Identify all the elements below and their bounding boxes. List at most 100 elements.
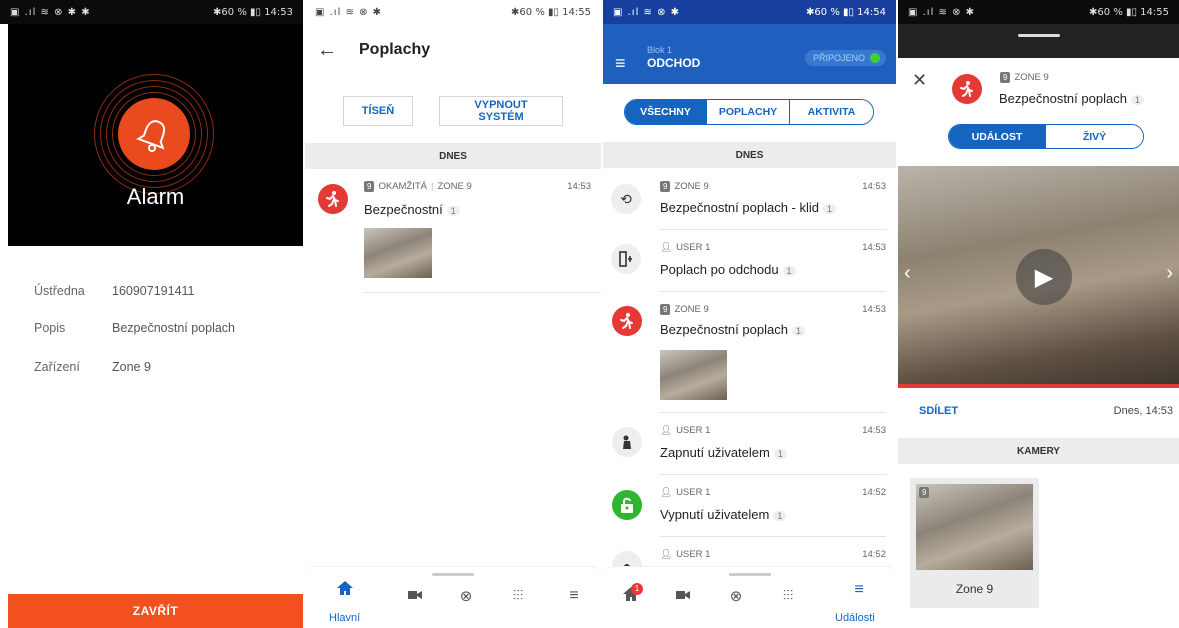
list-icon[interactable]: ≡ [554, 587, 594, 605]
status-bar: ▣ .ıl ≋ ⊗ ✱ ✱ ✱60 % ▮▯ 14:53 [0, 0, 303, 24]
connected-dot-icon [870, 53, 880, 63]
alarm-header: Alarm [8, 24, 303, 246]
event-item[interactable]: 👤︎ USER 1 14:53 Zapnutí uživatelem 1 [603, 413, 896, 475]
status-bar: ▣ .ıl ≋ ⊗ ✱ ✱60 % ▮▯ 14:54 [603, 0, 896, 24]
intruder-alarm-icon [612, 306, 642, 336]
intruder-alarm-icon [952, 74, 982, 104]
status-icons: ▣ .ıl ≋ ⊗ ✱ ✱ [10, 6, 91, 18]
status-battery-time: ✱60 % ▮▯ 14:55 [1089, 6, 1169, 18]
event-count: 1 [782, 265, 796, 276]
camera-icon[interactable] [395, 587, 435, 605]
event-snapshot-thumbnail[interactable] [660, 350, 727, 400]
chevron-right-icon[interactable]: › [1166, 262, 1173, 285]
tab-activity[interactable]: AKTIVITA [790, 100, 873, 124]
tab-event[interactable]: UDÁLOST [949, 125, 1046, 148]
event-meta: 👤︎ USER 1 [660, 242, 710, 253]
detector-icon[interactable]: ⊗ [716, 587, 756, 605]
event-item[interactable]: 9 ZONE 9 14:53 Bezpečnostní poplach 1 [603, 292, 896, 412]
event-label: Vypnutí uživatelem [660, 507, 770, 522]
event-text: Bezpečnostní poplach - klid 1 [660, 200, 836, 215]
intruder-alarm-icon [318, 184, 348, 214]
event-count: 1 [822, 203, 836, 214]
event-time: 14:52 [862, 549, 886, 560]
event-zone: ZONE 9 [437, 181, 472, 192]
detector-icon[interactable]: ⊗ [446, 587, 486, 605]
event-meta: 9 ZONE 9 [660, 304, 709, 315]
status-icons: ▣ .ıl ≋ ⊗ ✱ [315, 6, 383, 18]
event-label: Zapnutí uživatelem [660, 445, 770, 460]
event-type: OKAMŽITÁ [378, 181, 428, 192]
info-key: Popis [34, 321, 66, 335]
sliders-icon[interactable]: ⫶⫶⫶ [768, 587, 808, 604]
nav-home-label[interactable]: Hlavní [329, 612, 360, 624]
bottom-navigation: 1 ⊗ ⫶⫶⫶ ≡ Události [603, 566, 896, 628]
event-text: Zapnutí uživatelem 1 [660, 445, 787, 460]
event-meta: 👤︎ USER 1 [660, 487, 710, 498]
drag-handle[interactable] [1017, 34, 1060, 37]
status-battery-time: ✱60 % ▮▯ 14:53 [213, 6, 293, 18]
event-label: Bezpečnostní poplach [660, 322, 788, 337]
event-meta: 👤︎ USER 1 [660, 549, 710, 560]
event-item[interactable]: 9 OKAMŽITÁ | ZONE 9 14:53 Bezpečnostní 1 [305, 170, 601, 292]
play-icon[interactable]: ▶ [1016, 249, 1072, 305]
drag-handle[interactable] [432, 573, 474, 576]
status-battery-time: ✱60 % ▮▯ 14:54 [806, 6, 886, 18]
camera-card[interactable]: 9 Zone 9 [910, 478, 1039, 608]
zone-badge: 9 [660, 304, 671, 315]
event-time: 14:53 [567, 181, 591, 192]
app-bar: ← Poplachy [305, 24, 601, 76]
event-item[interactable]: 👤︎ USER 1 14:52 Vypnutí uživatelem 1 [603, 475, 896, 537]
list-icon[interactable]: ≡ [839, 581, 879, 599]
bottom-navigation: Hlavní ⊗ ⫶⫶⫶ ≡ [305, 566, 601, 628]
event-label: Bezpečnostní poplach - klid [660, 200, 819, 215]
user-icon: 👤︎ [660, 549, 673, 560]
close-icon[interactable]: ✕ [912, 70, 927, 91]
drag-handle[interactable] [728, 573, 771, 576]
camera-name: Zone 9 [955, 582, 994, 596]
section-header-today: DNES [305, 143, 601, 169]
event-meta: 9 OKAMŽITÁ | ZONE 9 [364, 181, 472, 192]
info-key: Zařízení [34, 360, 80, 374]
tab-alarms[interactable]: POPLACHY [707, 100, 790, 124]
chevron-left-icon[interactable]: ‹ [904, 262, 911, 285]
background-app-bar [898, 24, 1179, 58]
event-detail-screen: ▣ .ıl ≋ ⊗ ✱ ✱60 % ▮▯ 14:55 ✕ 9 ZONE 9 Be… [898, 0, 1179, 628]
event-time: 14:53 [862, 304, 886, 315]
keyfob-icon [612, 427, 642, 457]
status-bar: ▣ .ıl ≋ ⊗ ✱ ✱60 % ▮▯ 14:55 [898, 0, 1179, 24]
event-time: 14:53 [862, 425, 886, 436]
zone-badge: 9 [1000, 72, 1011, 83]
status-battery-time: ✱60 % ▮▯ 14:55 [511, 6, 591, 18]
event-item[interactable]: 👤︎ USER 1 14:53 Poplach po odchodu 1 [603, 230, 896, 292]
video-progress-bar[interactable] [898, 384, 1179, 388]
event-time: 14:53 [862, 181, 886, 192]
event-item[interactable]: ⟲ 9 ZONE 9 14:53 Bezpečnostní poplach - … [603, 168, 896, 230]
back-arrow-icon[interactable]: ← [305, 39, 349, 62]
home-icon[interactable] [325, 581, 365, 600]
event-user: USER 1 [676, 242, 711, 253]
panic-button[interactable]: TÍSEŇ [343, 96, 413, 126]
event-user: USER 1 [676, 487, 711, 498]
event-count: 1 [1130, 94, 1144, 105]
user-icon: 👤︎ [660, 242, 673, 253]
tab-live[interactable]: ŽIVÝ [1046, 125, 1143, 148]
tab-all[interactable]: VŠECHNY [625, 100, 707, 124]
camera-video-player[interactable]: ‹ › ▶ [898, 166, 1179, 388]
disarm-system-button[interactable]: VYPNOUT SYSTÉM [439, 96, 563, 126]
event-meta: 👤︎ USER 1 [660, 425, 710, 436]
alarm-screen: ▣ .ıl ≋ ⊗ ✱ ✱ ✱60 % ▮▯ 14:53 Alarm Ústře… [0, 0, 303, 628]
camera-icon[interactable] [663, 587, 703, 605]
event-time: 14:52 [862, 487, 886, 498]
close-button[interactable]: ZAVŘÍT [8, 594, 303, 628]
event-text: Bezpečnostní poplach 1 [660, 322, 805, 337]
info-key: Ústředna [34, 284, 85, 298]
event-count: 1 [446, 205, 460, 216]
event-snapshot-thumbnail[interactable] [364, 228, 432, 278]
info-row-panel: Ústředna 160907191411 [34, 284, 195, 298]
share-button[interactable]: SDÍLET [919, 405, 958, 417]
nav-events-label[interactable]: Události [835, 612, 875, 624]
menu-icon[interactable]: ≡ [615, 53, 626, 74]
sliders-icon[interactable]: ⫶⫶⫶ [498, 587, 538, 604]
section-header-cameras: KAMERY [898, 438, 1179, 464]
exit-door-icon [611, 244, 641, 274]
